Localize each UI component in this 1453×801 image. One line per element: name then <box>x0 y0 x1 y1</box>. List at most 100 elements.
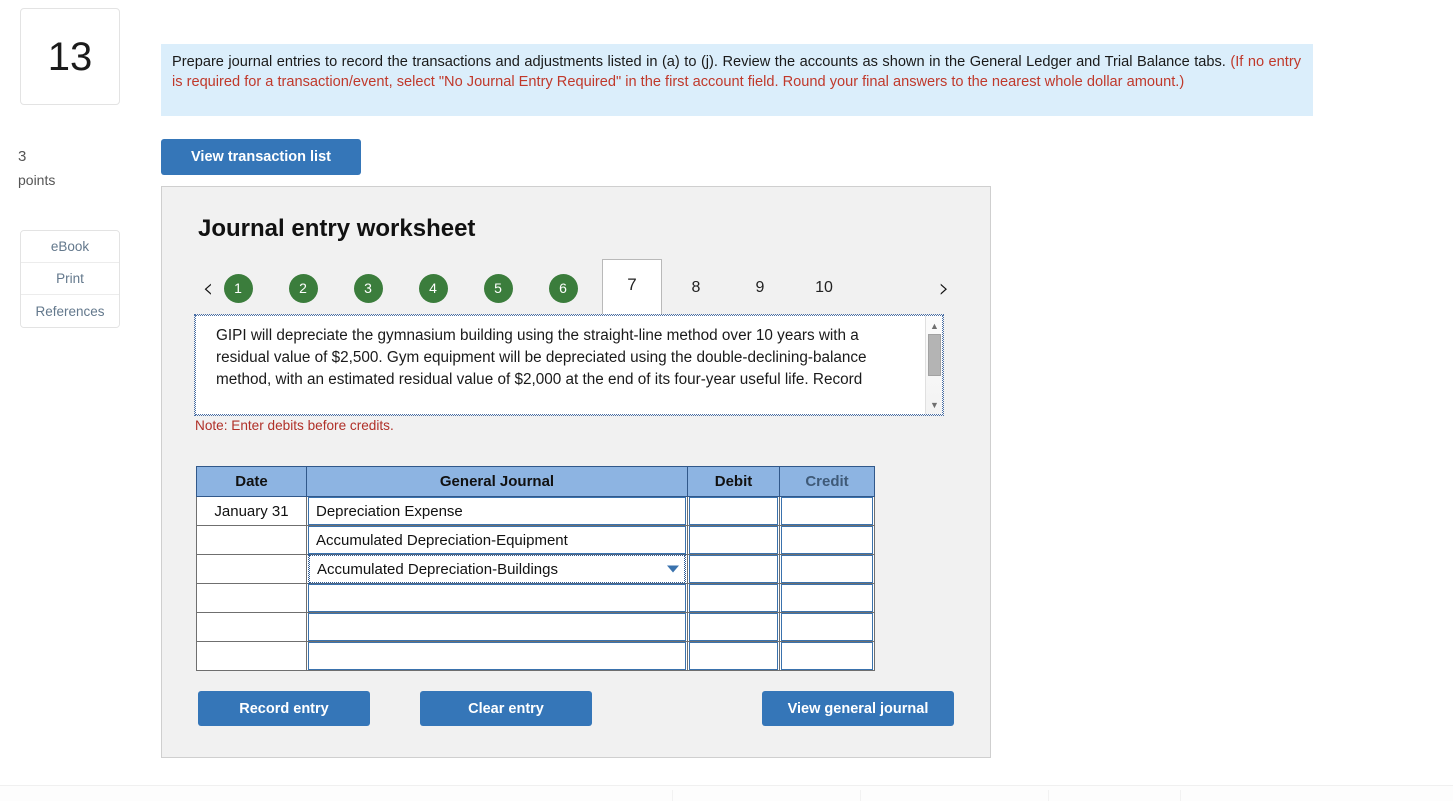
credit-cell[interactable] <box>779 525 875 555</box>
credit-input[interactable] <box>781 642 873 670</box>
debit-cell[interactable] <box>687 583 780 613</box>
debit-cell[interactable] <box>687 525 780 555</box>
account-cell[interactable]: Accumulated Depreciation-Equipment <box>306 525 688 555</box>
pager-dot: 5 <box>483 273 513 303</box>
pager-item-5[interactable]: 5 <box>472 268 524 308</box>
pager-item-4[interactable]: 4 <box>407 268 459 308</box>
toolbar-divider <box>860 790 861 801</box>
scrollbar-thumb[interactable] <box>928 334 941 376</box>
ebook-button[interactable]: eBook <box>21 231 119 263</box>
clear-entry-button[interactable]: Clear entry <box>420 691 592 726</box>
column-header-journal: General Journal <box>306 466 688 497</box>
table-row <box>196 583 875 613</box>
points-label: points <box>18 172 56 188</box>
account-cell[interactable] <box>306 641 688 671</box>
pager-item-1[interactable]: 1 <box>212 268 264 308</box>
debit-input[interactable] <box>689 584 778 612</box>
account-cell[interactable] <box>306 612 688 642</box>
toolbar-divider <box>672 790 673 801</box>
date-cell[interactable] <box>196 525 307 555</box>
question-number-box: 13 <box>20 8 120 105</box>
account-input[interactable] <box>308 584 686 612</box>
account-input[interactable] <box>308 613 686 641</box>
debit-input[interactable] <box>689 555 778 583</box>
account-cell[interactable]: Depreciation Expense <box>306 496 688 526</box>
account-cell[interactable] <box>306 583 688 613</box>
account-select-value: Accumulated Depreciation-Buildings <box>317 560 558 578</box>
points-value: 3 <box>18 148 27 165</box>
credit-input[interactable] <box>781 555 873 583</box>
account-input[interactable]: Accumulated Depreciation-Equipment <box>308 526 686 554</box>
credit-cell[interactable] <box>779 554 875 584</box>
pager-dot: 3 <box>353 273 383 303</box>
pager-item-3[interactable]: 3 <box>342 268 394 308</box>
credit-input[interactable] <box>781 497 873 525</box>
column-header-date: Date <box>196 466 307 497</box>
pager-item-2[interactable]: 2 <box>277 268 329 308</box>
print-button[interactable]: Print <box>21 263 119 295</box>
chevron-down-icon[interactable] <box>667 565 679 573</box>
transaction-prompt-text: GIPI will depreciate the gymnasium build… <box>216 327 867 388</box>
table-row: Accumulated Depreciation-Equipment <box>196 525 875 555</box>
view-general-journal-button[interactable]: View general journal <box>762 691 954 726</box>
pager-item-9[interactable]: 9 <box>734 268 786 308</box>
table-row <box>196 612 875 642</box>
table-row: January 31 Depreciation Expense <box>196 496 875 526</box>
column-header-debit: Debit <box>687 466 780 497</box>
debit-cell[interactable] <box>687 641 780 671</box>
pager-dot: 1 <box>223 273 253 303</box>
credit-cell[interactable] <box>779 612 875 642</box>
pager-item-10[interactable]: 10 <box>798 268 850 308</box>
question-number: 13 <box>47 34 93 79</box>
journal-entry-table: Date General Journal Debit Credit Januar… <box>196 466 875 671</box>
journal-table-body: January 31 Depreciation Expense Accumula… <box>196 496 875 671</box>
account-select[interactable]: Accumulated Depreciation-Buildings <box>308 554 686 584</box>
credit-input[interactable] <box>781 526 873 554</box>
pager-dot: 6 <box>548 273 578 303</box>
debit-cell[interactable] <box>687 612 780 642</box>
instruction-main: Prepare journal entries to record the tr… <box>172 54 1231 70</box>
debit-input[interactable] <box>689 613 778 641</box>
account-input[interactable] <box>308 642 686 670</box>
credit-cell[interactable] <box>779 583 875 613</box>
debit-input[interactable] <box>689 526 778 554</box>
toolbar-divider <box>1048 790 1049 801</box>
date-cell[interactable]: January 31 <box>196 496 307 526</box>
toolbar-divider <box>1180 790 1181 801</box>
pager-item-7-active[interactable]: 7 <box>602 259 662 314</box>
column-header-credit: Credit <box>779 466 875 497</box>
pager-item-6[interactable]: 6 <box>537 268 589 308</box>
debits-before-credits-note: Note: Enter debits before credits. <box>195 418 394 433</box>
question-rail: 13 3 points eBook Print References <box>0 0 160 801</box>
worksheet-pager: ‹ 1 2 3 4 5 6 7 8 9 10 › <box>192 259 960 314</box>
date-cell[interactable] <box>196 612 307 642</box>
date-cell[interactable] <box>196 641 307 671</box>
references-button[interactable]: References <box>21 295 119 327</box>
view-transaction-list-button[interactable]: View transaction list <box>161 139 361 175</box>
transaction-prompt-box[interactable]: GIPI will depreciate the gymnasium build… <box>194 314 944 416</box>
chevron-right-icon[interactable]: › <box>928 270 960 306</box>
credit-cell[interactable] <box>779 641 875 671</box>
credit-cell[interactable] <box>779 496 875 526</box>
page-title: Journal entry worksheet <box>198 215 476 242</box>
prompt-scrollbar[interactable]: ▲ ▼ <box>925 316 942 414</box>
table-row <box>196 641 875 671</box>
debit-input[interactable] <box>689 642 778 670</box>
debit-input[interactable] <box>689 497 778 525</box>
date-cell[interactable] <box>196 583 307 613</box>
credit-input[interactable] <box>781 584 873 612</box>
scroll-up-icon[interactable]: ▲ <box>926 318 943 333</box>
instruction-banner: Prepare journal entries to record the tr… <box>161 44 1313 116</box>
account-cell-selected[interactable]: Accumulated Depreciation-Buildings <box>306 554 688 584</box>
date-cell[interactable] <box>196 554 307 584</box>
debit-cell[interactable] <box>687 496 780 526</box>
pager-item-8[interactable]: 8 <box>670 268 722 308</box>
worksheet-page: 13 3 points eBook Print References Prepa… <box>0 0 1453 801</box>
account-input[interactable]: Depreciation Expense <box>308 497 686 525</box>
record-entry-button[interactable]: Record entry <box>198 691 370 726</box>
credit-input[interactable] <box>781 613 873 641</box>
bottom-toolbar <box>0 785 1453 801</box>
pager-dot: 2 <box>288 273 318 303</box>
debit-cell[interactable] <box>687 554 780 584</box>
scroll-down-icon[interactable]: ▼ <box>926 397 943 412</box>
